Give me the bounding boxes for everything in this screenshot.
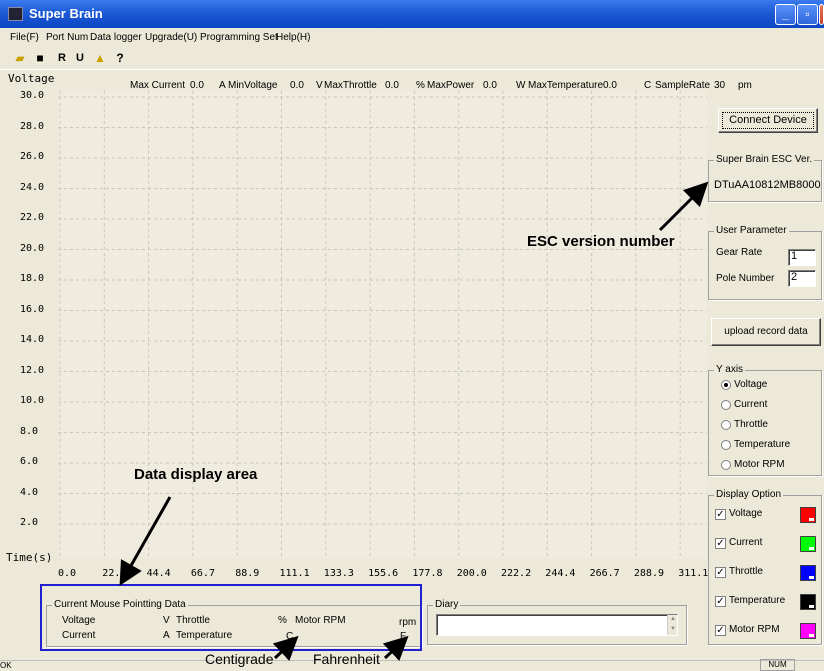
annotation-arrows — [119, 181, 709, 662]
arrow-esc-version — [658, 181, 709, 232]
arrow-centigrade — [272, 635, 299, 662]
arrow-data-display — [119, 496, 172, 586]
arrow-fahrenheit — [382, 635, 409, 662]
